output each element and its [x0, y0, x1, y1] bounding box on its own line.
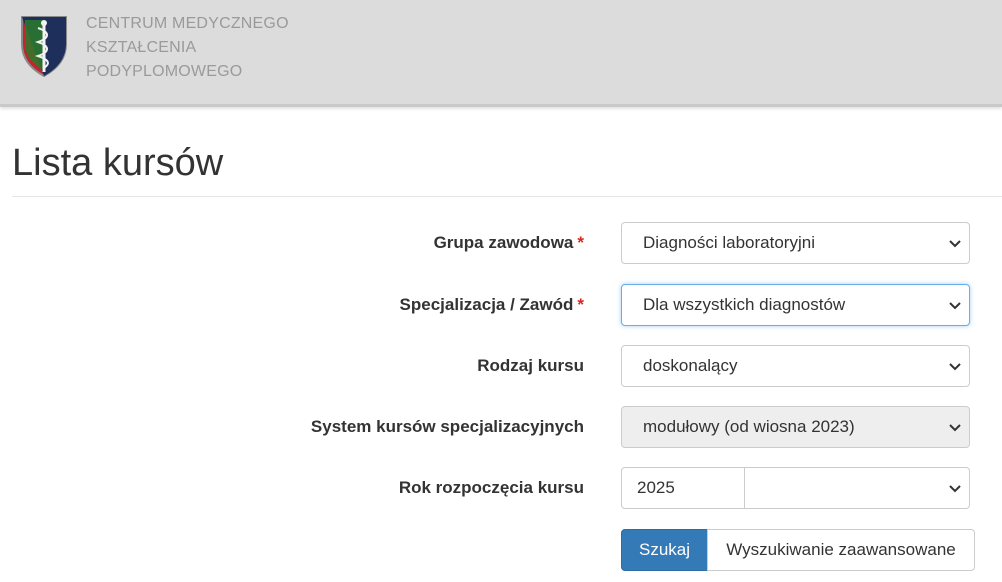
rodzaj-kursu-value: doskonalący: [643, 356, 738, 375]
title-divider: [12, 196, 1002, 197]
rodzaj-kursu-label: Rodzaj kursu: [477, 356, 584, 375]
grupa-zawodowa-label: Grupa zawodowa *: [433, 233, 584, 252]
search-button[interactable]: Szukaj: [621, 529, 708, 571]
chevron-down-icon: [949, 485, 961, 493]
caduceus-shield-logo[interactable]: [19, 14, 69, 78]
specjalizacja-row: Specjalizacja / Zawód * Dla wszystkich di…: [0, 284, 1002, 326]
chevron-down-icon: [949, 363, 961, 371]
year-input[interactable]: 2025: [621, 467, 745, 509]
organization-name-line-3: PODYPLOMOWEGO: [86, 63, 243, 80]
system-kursow-select[interactable]: modułowy (od wiosna 2023): [621, 406, 970, 448]
system-kursow-value: modułowy (od wiosna 2023): [643, 417, 855, 436]
organization-name: CENTRUM MEDYCZNEGO KSZTAŁCENIA PODYPLOMO…: [86, 12, 289, 84]
specjalizacja-label: Specjalizacja / Zawód *: [399, 295, 584, 314]
rok-rozpoczecia-label: Rok rozpoczęcia kursu: [398, 478, 584, 497]
page-title: Lista kursów: [12, 142, 224, 184]
site-header: CENTRUM MEDYCZNEGO KSZTAŁCENIA PODYPLOMO…: [0, 0, 1002, 107]
grupa-zawodowa-value: Diagności laboratoryjni: [643, 233, 815, 252]
required-mark: *: [577, 233, 584, 252]
chevron-down-icon: [949, 302, 961, 310]
year-range-select[interactable]: [744, 467, 970, 509]
system-kursow-label: System kursów specjalizacyjnych: [310, 417, 584, 436]
specjalizacja-select[interactable]: Dla wszystkich diagnostów: [621, 284, 970, 326]
chevron-down-icon: [949, 240, 961, 248]
grupa-zawodowa-row: Grupa zawodowa * Diagności laboratoryjni: [0, 222, 1002, 264]
grupa-zawodowa-select[interactable]: Diagności laboratoryjni: [621, 222, 970, 264]
rok-rozpoczecia-row: Rok rozpoczęcia kursu 2025: [0, 467, 1002, 509]
specjalizacja-value: Dla wszystkich diagnostów: [643, 295, 846, 314]
advanced-search-button[interactable]: Wyszukiwanie zaawansowane: [707, 529, 975, 571]
rodzaj-kursu-row: Rodzaj kursu doskonalący: [0, 345, 1002, 387]
organization-name-line-1: CENTRUM MEDYCZNEGO: [86, 15, 289, 32]
rok-rozpoczecia-group: 2025: [621, 467, 970, 509]
rodzaj-kursu-select[interactable]: doskonalący: [621, 345, 970, 387]
organization-name-line-2: KSZTAŁCENIA: [86, 39, 197, 56]
system-kursow-row: System kursów specjalizacyjnych modułowy…: [0, 406, 1002, 448]
chevron-down-icon: [949, 424, 961, 432]
required-mark: *: [577, 295, 584, 314]
